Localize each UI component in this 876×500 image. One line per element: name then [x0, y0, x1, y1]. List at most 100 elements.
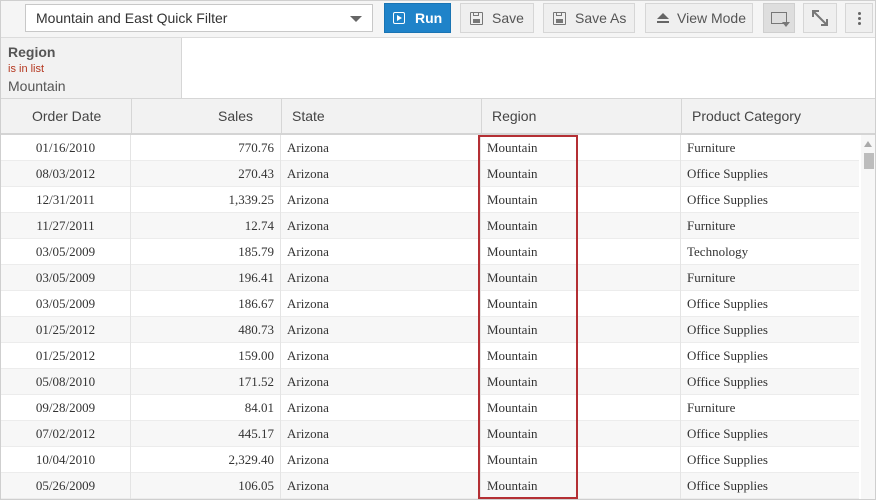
cell-sales: 159.00 — [131, 343, 281, 369]
save-button-label: Save — [492, 10, 524, 26]
run-icon — [393, 12, 405, 24]
column-header-label: Order Date — [32, 108, 102, 124]
table-row[interactable]: 03/05/2009 196.41 Arizona Mountain Furniture — [1, 265, 859, 291]
cell-order-date: 12/31/2011 — [1, 187, 131, 213]
cell-region: Mountain — [481, 161, 681, 187]
cell-state: Arizona — [281, 343, 481, 369]
report-viewer: Mountain and East Quick Filter Run Save … — [0, 0, 876, 500]
column-header-region[interactable]: Region — [482, 99, 682, 133]
column-header-sales[interactable]: Sales — [132, 99, 282, 133]
column-header-label: State — [292, 108, 325, 124]
cell-product-category: Office Supplies — [687, 296, 768, 311]
cell-sales: 84.01 — [131, 395, 281, 421]
cell-order-date: 01/25/2012 — [1, 317, 131, 343]
table-row[interactable]: 10/04/2010 2,329.40 Arizona Mountain Office … — [1, 447, 859, 473]
save-as-button-label: Save As — [575, 10, 627, 26]
cell-region: Mountain — [481, 213, 681, 239]
filter-panel: Region is in list Mountain — [1, 38, 875, 99]
table-row[interactable]: 01/16/2010 770.76 Arizona Mountain Furniture — [1, 135, 859, 161]
table-row[interactable]: 03/05/2009 185.79 Arizona Mountain Technolog… — [1, 239, 859, 265]
cell-sales: 480.73 — [131, 317, 281, 343]
cell-product-category: Office Supplies — [687, 426, 768, 441]
cell-product-category: Furniture — [687, 270, 736, 285]
cell-region: Mountain — [481, 187, 681, 213]
expand-button[interactable] — [803, 3, 837, 33]
cell-sales: 1,339.25 — [131, 187, 281, 213]
cell-product-category: Office Supplies — [687, 374, 768, 389]
cell-region: Mountain — [481, 291, 681, 317]
cell-sales: 770.76 — [131, 135, 281, 161]
cell-product-category: Office Supplies — [687, 478, 768, 493]
cell-product-category: Office Supplies — [687, 192, 768, 207]
eject-icon — [656, 12, 670, 26]
cell-order-date: 09/28/2009 — [1, 395, 131, 421]
cell-sales: 186.67 — [131, 291, 281, 317]
cell-sales: 106.05 — [131, 473, 281, 499]
cell-sales: 196.41 — [131, 265, 281, 291]
region-filter-card[interactable]: Region is in list Mountain — [1, 38, 182, 98]
table-row[interactable]: 07/02/2012 445.17 Arizona Mountain Office Su… — [1, 421, 859, 447]
cell-state: Arizona — [281, 239, 481, 265]
column-header-label: Product Category — [692, 108, 801, 124]
cell-product-category: Technology — [687, 244, 749, 259]
column-header-label: Region — [492, 108, 537, 124]
cell-order-date: 05/08/2010 — [1, 369, 131, 395]
table-row[interactable]: 05/26/2009 106.05 Arizona Mountain Office Su… — [1, 473, 859, 499]
save-button[interactable]: Save — [460, 3, 534, 33]
column-header-state[interactable]: State — [282, 99, 482, 133]
cell-product-category: Office Supplies — [687, 166, 768, 181]
cell-order-date: 01/25/2012 — [1, 343, 131, 369]
table-row[interactable]: 01/25/2012 480.73 Arizona Mountain Office Su… — [1, 317, 859, 343]
cell-sales: 2,329.40 — [131, 447, 281, 473]
save-icon — [470, 12, 483, 25]
expand-icon — [812, 10, 828, 26]
cell-order-date: 01/16/2010 — [1, 135, 131, 161]
cell-state: Arizona — [281, 473, 481, 499]
scroll-up-icon[interactable] — [864, 141, 872, 147]
table-row[interactable]: 01/25/2012 159.00 Arizona Mountain Office Su… — [1, 343, 859, 369]
cell-state: Arizona — [281, 317, 481, 343]
cell-state: Arizona — [281, 291, 481, 317]
cell-order-date: 07/02/2012 — [1, 421, 131, 447]
table-row[interactable]: 05/08/2010 171.52 Arizona Mountain Office Su… — [1, 369, 859, 395]
toolbar: Mountain and East Quick Filter Run Save … — [1, 1, 875, 38]
view-mode-button[interactable]: View Mode — [645, 3, 753, 33]
column-header-label: Sales — [218, 108, 254, 124]
cell-region: Mountain — [481, 265, 681, 291]
cell-state: Arizona — [281, 161, 481, 187]
cell-sales: 445.17 — [131, 421, 281, 447]
table-row[interactable]: 12/31/2011 1,339.25 Arizona Mountain Office … — [1, 187, 859, 213]
cell-product-category: Furniture — [687, 140, 736, 155]
table-row[interactable]: 03/05/2009 186.67 Arizona Mountain Office Su… — [1, 291, 859, 317]
view-mode-button-label: View Mode — [677, 10, 747, 26]
cell-order-date: 10/04/2010 — [1, 447, 131, 473]
column-header-product-category[interactable]: Product Category — [682, 99, 875, 133]
cell-sales: 12.74 — [131, 213, 281, 239]
cell-state: Arizona — [281, 187, 481, 213]
more-options-button[interactable] — [845, 3, 873, 33]
table-row[interactable]: 09/28/2009 84.01 Arizona Mountain Furniture — [1, 395, 859, 421]
chevron-down-icon[interactable] — [350, 16, 362, 22]
quick-filter-select[interactable]: Mountain and East Quick Filter — [25, 4, 373, 32]
cell-region: Mountain — [481, 395, 681, 421]
cell-product-category: Furniture — [687, 218, 736, 233]
cell-state: Arizona — [281, 421, 481, 447]
cell-order-date: 03/05/2009 — [1, 291, 131, 317]
save-as-button[interactable]: Save As — [543, 3, 635, 33]
filter-value-label: Mountain — [8, 78, 66, 94]
scrollbar-thumb[interactable] — [864, 153, 874, 169]
save-as-icon — [553, 12, 566, 25]
cell-state: Arizona — [281, 395, 481, 421]
cell-product-category: Office Supplies — [687, 452, 768, 467]
run-button[interactable]: Run — [384, 3, 451, 33]
filter-panel-icon — [771, 12, 790, 27]
cell-sales: 270.43 — [131, 161, 281, 187]
table-header: Order Date Sales State Region Product Ca… — [1, 99, 875, 135]
cell-region: Mountain — [481, 135, 681, 161]
table-body: 01/16/2010 770.76 Arizona Mountain Furniture… — [1, 135, 875, 499]
vertical-scrollbar[interactable] — [861, 135, 875, 499]
filter-panel-toggle-button[interactable] — [763, 3, 795, 33]
table-row[interactable]: 11/27/2011 12.74 Arizona Mountain Furniture — [1, 213, 859, 239]
column-header-order-date[interactable]: Order Date — [1, 99, 132, 133]
table-row[interactable]: 08/03/2012 270.43 Arizona Mountain Office Su… — [1, 161, 859, 187]
